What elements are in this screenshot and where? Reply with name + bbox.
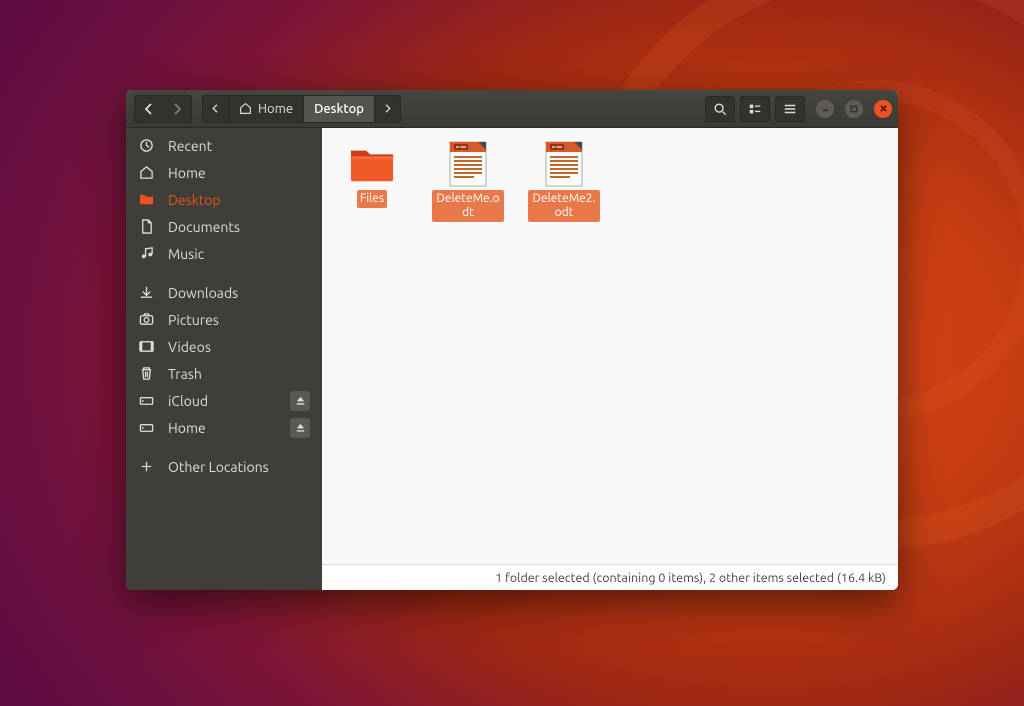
- forward-button[interactable]: [163, 96, 191, 122]
- file-grid[interactable]: Files DeleteMe.odt DeleteMe2.odt: [322, 128, 898, 564]
- grid-list-icon: [748, 102, 762, 116]
- file-label: DeleteMe.odt: [432, 190, 504, 222]
- titlebar-right: [705, 96, 892, 122]
- hamburger-icon: [783, 102, 797, 116]
- sidebar-item-mhome[interactable]: Home: [126, 414, 322, 441]
- titlebar: Home Desktop: [126, 90, 898, 128]
- camera-icon: [138, 312, 154, 327]
- sidebar-item-downloads[interactable]: Downloads: [126, 279, 322, 306]
- eject-button[interactable]: [290, 418, 310, 438]
- sidebar-item-label: iCloud: [168, 393, 208, 409]
- status-bar: 1 folder selected (containing 0 items), …: [322, 564, 898, 590]
- breadcrumb-home[interactable]: Home: [229, 96, 304, 122]
- video-icon: [138, 339, 154, 354]
- sidebar-item-music[interactable]: Music: [126, 240, 322, 267]
- document-icon: [138, 219, 154, 234]
- main-area: Files DeleteMe.odt DeleteMe2.odt 1 folder …: [322, 128, 898, 590]
- drive-icon: [138, 393, 154, 408]
- sidebar-item-documents[interactable]: Documents: [126, 213, 322, 240]
- folder-icon: [348, 142, 396, 186]
- file-label: DeleteMe2.odt: [528, 190, 600, 222]
- breadcrumb-current[interactable]: Desktop: [304, 96, 375, 122]
- sidebar-item-desktop[interactable]: Desktop: [126, 186, 322, 213]
- status-text: 1 folder selected (containing 0 items), …: [495, 571, 886, 585]
- sidebar-item-label: Trash: [168, 366, 202, 382]
- sidebar-item-label: Recent: [168, 138, 212, 154]
- maximize-button[interactable]: [845, 100, 863, 118]
- drive-icon: [138, 420, 154, 435]
- sidebar-item-videos[interactable]: Videos: [126, 333, 322, 360]
- file-item[interactable]: DeleteMe2.odt: [528, 142, 600, 222]
- back-button[interactable]: [135, 96, 163, 122]
- sidebar-item-label: Music: [168, 246, 204, 262]
- plus-icon: [138, 459, 154, 474]
- breadcrumb-current-label: Desktop: [314, 102, 364, 116]
- sidebar-item-label: Videos: [168, 339, 211, 355]
- trash-icon: [138, 366, 154, 381]
- sidebar-item-trash[interactable]: Trash: [126, 360, 322, 387]
- document-icon: [444, 142, 492, 186]
- hamburger-menu-button[interactable]: [775, 96, 805, 122]
- view-toggle-button[interactable]: [740, 96, 770, 122]
- document-icon: [540, 142, 588, 186]
- minimize-button[interactable]: [816, 100, 834, 118]
- home-icon: [138, 165, 154, 180]
- download-icon: [138, 285, 154, 300]
- sidebar-item-other[interactable]: Other Locations: [126, 453, 322, 480]
- sidebar-item-label: Other Locations: [168, 459, 269, 475]
- sidebar-item-label: Downloads: [168, 285, 238, 301]
- sidebar-item-label: Documents: [168, 219, 240, 235]
- breadcrumb-home-label: Home: [258, 102, 293, 116]
- sidebar-item-home[interactable]: Home: [126, 159, 322, 186]
- search-button[interactable]: [705, 96, 735, 122]
- close-button[interactable]: [874, 100, 892, 118]
- folder-item[interactable]: Files: [336, 142, 408, 208]
- sidebar-item-label: Home: [168, 420, 206, 436]
- sidebar-item-label: Desktop: [168, 192, 221, 208]
- search-icon: [713, 102, 727, 116]
- breadcrumb-prev-button[interactable]: [203, 96, 229, 122]
- home-icon: [239, 102, 252, 115]
- file-manager-window: Home Desktop: [126, 90, 898, 590]
- file-item[interactable]: DeleteMe.odt: [432, 142, 504, 222]
- sidebar-item-pictures[interactable]: Pictures: [126, 306, 322, 333]
- folder-icon: [138, 192, 154, 207]
- sidebar-item-recent[interactable]: Recent: [126, 132, 322, 159]
- sidebar-item-label: Home: [168, 165, 206, 181]
- clock-icon: [138, 138, 154, 153]
- window-body: Recent Home Desktop Documents Music Downloads…: [126, 128, 898, 590]
- eject-button[interactable]: [290, 391, 310, 411]
- breadcrumb-next-button[interactable]: [375, 96, 400, 122]
- sidebar: Recent Home Desktop Documents Music Downloads…: [126, 128, 322, 590]
- music-icon: [138, 246, 154, 261]
- breadcrumb: Home Desktop: [202, 95, 401, 123]
- file-label: Files: [357, 190, 387, 208]
- nav-buttons: [134, 95, 192, 123]
- sidebar-item-icloud[interactable]: iCloud: [126, 387, 322, 414]
- sidebar-item-label: Pictures: [168, 312, 219, 328]
